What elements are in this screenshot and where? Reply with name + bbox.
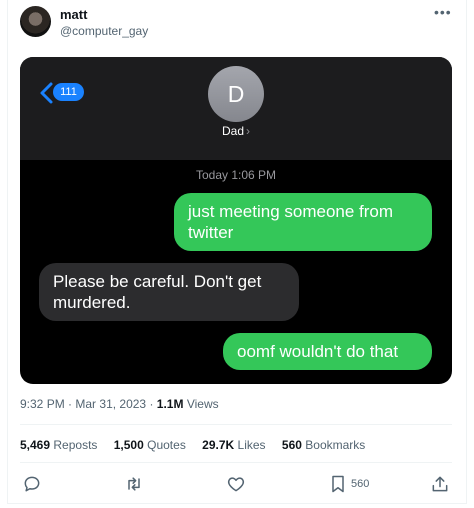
like-button[interactable]: [226, 474, 246, 494]
contact-name[interactable]: Dad ›: [20, 124, 452, 138]
reposts-count: 5,469: [20, 438, 51, 452]
reply-icon: [24, 476, 40, 492]
divider: [20, 462, 452, 463]
reposts-label: Reposts: [53, 438, 98, 452]
meta-separator: ·: [68, 397, 73, 411]
likes-stat[interactable]: 29.7K Likes: [202, 438, 265, 452]
chevron-right-icon: ›: [246, 124, 250, 138]
more-options-icon[interactable]: •••: [434, 4, 452, 20]
author-handle[interactable]: @computer_gay: [60, 24, 148, 38]
repost-icon: [128, 477, 140, 491]
tweet-image-imessage[interactable]: 111 D Dad › Today 1:06 PM just meeting so…: [20, 57, 452, 384]
share-icon: [432, 476, 448, 492]
bookmark-action-count: 560: [351, 478, 370, 490]
quotes-label: Quotes: [147, 438, 186, 452]
bookmarks-label: Bookmarks: [305, 438, 366, 452]
share-button[interactable]: [430, 474, 450, 494]
views-count: 1.1M: [156, 397, 184, 411]
author-name[interactable]: matt: [60, 7, 87, 22]
unread-count-badge[interactable]: 111: [53, 83, 84, 101]
likes-label: Likes: [237, 438, 266, 452]
bookmark-icon: [332, 475, 344, 493]
message-timestamp: Today 1:06 PM: [195, 168, 277, 182]
tweet-date[interactable]: Mar 31, 2023: [75, 397, 146, 411]
likes-count: 29.7K: [202, 438, 235, 452]
reposts-stat[interactable]: 5,469 Reposts: [20, 438, 97, 452]
reply-button[interactable]: [22, 474, 42, 494]
views-label: Views: [186, 397, 219, 411]
message-bubble-sent: oomf wouldn't do that: [223, 333, 432, 370]
quotes-stat[interactable]: 1,500 Quotes: [114, 438, 186, 452]
tweet-meta: 9:32 PM · Mar 31, 2023 · 1.1M Views: [20, 397, 219, 411]
quotes-count: 1,500: [113, 438, 144, 452]
message-bubble-sent: just meeting someone from twitter: [174, 193, 432, 251]
imessage-header: 111 D Dad ›: [20, 57, 452, 160]
author-avatar[interactable]: [20, 6, 51, 37]
repost-button[interactable]: [124, 474, 144, 494]
bookmark-button[interactable]: [328, 474, 348, 494]
engagement-stats: 5,469 Reposts 1,500 Quotes 29.7K Likes 5…: [20, 438, 378, 452]
contact-avatar[interactable]: D: [208, 66, 264, 122]
bookmarks-count: 560: [281, 438, 302, 452]
heart-icon: [227, 477, 245, 492]
divider: [20, 424, 452, 425]
contact-name-label: Dad: [221, 124, 244, 138]
action-bar: 560: [0, 470, 474, 498]
meta-separator: ·: [149, 397, 154, 411]
tweet-time[interactable]: 9:32 PM: [20, 397, 65, 411]
bookmarks-stat[interactable]: 560 Bookmarks: [282, 438, 365, 452]
message-bubble-received: Please be careful. Don't get murdered.: [39, 263, 299, 321]
